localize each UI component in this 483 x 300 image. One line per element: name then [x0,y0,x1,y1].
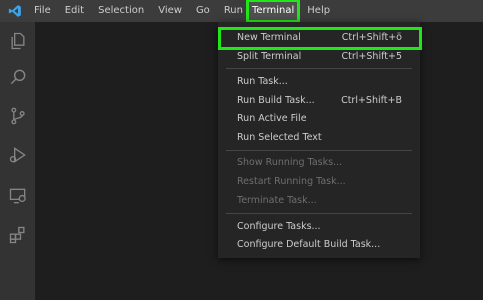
menu-item-label: Run Active File [237,112,307,124]
menu-file[interactable]: File [31,0,54,22]
vscode-logo-icon [4,0,26,22]
menu-run[interactable]: Run [221,0,246,22]
menu-go[interactable]: Go [193,0,213,22]
menu-item-split-terminal[interactable]: Split Terminal Ctrl+Shift+5 [218,47,420,65]
menu-item-shortcut: Ctrl+Shift+B [341,94,402,106]
menu-separator [226,68,412,69]
menu-item-run-selected-text[interactable]: Run Selected Text [218,128,420,146]
menu-item-shortcut: Ctrl+Shift+ö [341,31,402,43]
menu-item-run-build-task[interactable]: Run Build Task... Ctrl+Shift+B [218,91,420,109]
menu-item-run-active-file[interactable]: Run Active File [218,109,420,127]
menu-item-label: Configure Tasks... [237,220,321,232]
menu-item-label: Run Selected Text [237,131,322,143]
menu-item-label: Configure Default Build Task... [237,238,381,250]
title-bar: File Edit Selection View Go Run Terminal… [0,0,483,23]
menu-item-configure-default-build-task[interactable]: Configure Default Build Task... [218,235,420,253]
explorer-icon[interactable] [0,24,35,58]
menu-separator [226,150,412,151]
remote-explorer-icon[interactable] [0,179,35,213]
menu-selection[interactable]: Selection [95,0,147,22]
menu-item-run-task[interactable]: Run Task... [218,72,420,90]
menu-item-label: Run Task... [237,75,288,87]
menu-terminal[interactable]: Terminal [245,0,301,23]
run-debug-icon[interactable] [0,138,35,172]
source-control-icon[interactable] [0,99,35,133]
menu-separator [226,213,412,214]
menu-help[interactable]: Help [304,0,333,22]
menu-item-label: Terminate Task... [237,194,317,206]
menu-item-label: Show Running Tasks... [237,156,343,168]
activity-bar [0,22,35,300]
menu-item-show-running-tasks: Show Running Tasks... [218,153,420,171]
menu-item-restart-running-task: Restart Running Task... [218,172,420,190]
menu-item-label: Split Terminal [237,50,302,62]
menu-item-configure-tasks[interactable]: Configure Tasks... [218,217,420,235]
menu-bar: File Edit Selection View Go Run Terminal… [31,0,341,23]
menu-item-shortcut: Ctrl+Shift+5 [341,50,402,62]
menu-view[interactable]: View [155,0,185,22]
menu-item-label: Restart Running Task... [237,175,346,187]
menu-edit[interactable]: Edit [62,0,87,22]
menu-item-new-terminal[interactable]: New Terminal Ctrl+Shift+ö [218,28,420,46]
menu-item-label: New Terminal [237,31,301,43]
extensions-icon[interactable] [0,218,35,252]
terminal-menu-dropdown: New Terminal Ctrl+Shift+ö Split Terminal… [218,22,422,258]
menu-item-terminate-task: Terminate Task... [218,191,420,209]
menu-item-label: Run Build Task... [237,94,315,106]
search-icon[interactable] [0,60,35,94]
